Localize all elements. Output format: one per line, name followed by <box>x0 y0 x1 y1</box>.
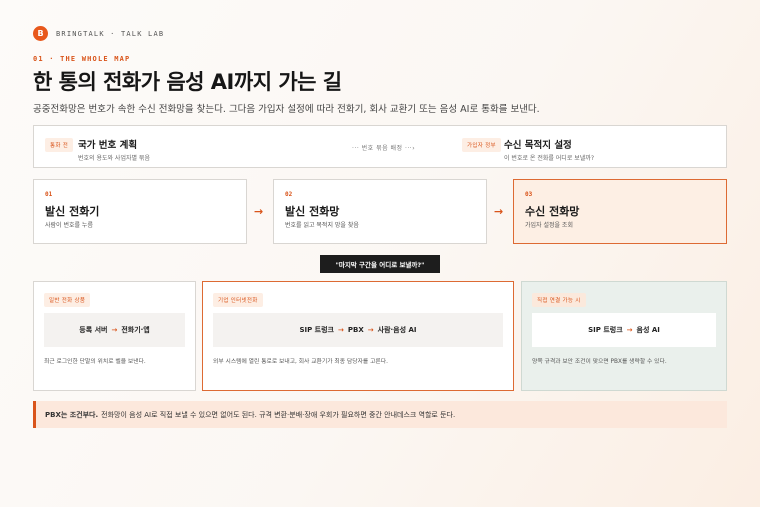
flow-node: 사람·음성 AI <box>377 326 417 334</box>
header-brand: B BRINGTALK · TALK LAB <box>33 26 164 41</box>
step-number: 01 <box>45 191 53 198</box>
option-flow: 등록 서버 → 전화기·앱 <box>44 313 185 347</box>
flow-node: SIP 트렁크 <box>299 326 335 334</box>
flow-node: 등록 서버 <box>79 326 108 334</box>
flow-node: SIP 트렁크 <box>588 326 623 334</box>
step-title: 발신 전화망 <box>285 205 340 218</box>
arrow-right-icon: → <box>494 205 504 218</box>
step-sub: 가입자 설정을 조회 <box>525 222 573 229</box>
arrow-right-icon: → <box>254 205 264 218</box>
arrow-right-icon: → <box>367 326 374 334</box>
step-card-destination-network: 03 수신 전화망 가입자 설정을 조회 <box>513 179 727 244</box>
option-desc: 최근 로그인한 단말의 위치로 벨을 보낸다. <box>44 359 146 365</box>
page-subtitle: 공중전화망은 번호가 속한 수신 전화망을 찾는다. 그다음 가입자 설정에 따… <box>33 104 540 115</box>
flow-node: PBX <box>347 326 364 334</box>
option-desc: 외부 시스템에 열린 통로로 보내고, 회사 교환기가 최종 담당자를 고른다. <box>213 359 388 365</box>
brand-logo-icon: B <box>33 26 48 41</box>
option-card-regular: 일반 전화 상품 등록 서버 → 전화기·앱 최근 로그인한 단말의 위치로 벨… <box>33 281 196 391</box>
step-title: 발신 전화기 <box>45 205 100 218</box>
step-title: 수신 전화망 <box>525 205 580 218</box>
band-left-title: 국가 번호 계획 <box>78 140 138 151</box>
option-card-enterprise: 기업 인터넷전화 SIP 트렁크 → PBX → 사람·음성 AI 외부 시스템… <box>202 281 514 391</box>
arrow-right-icon: → <box>626 326 633 334</box>
band-right-tag: 가입자 정부 <box>462 138 501 152</box>
numbering-band: 통화 전 국가 번호 계획 번호의 용도와 사업자별 묶음 ··· 번호 묶음 … <box>33 125 727 168</box>
option-flow: SIP 트렁크 → PBX → 사람·음성 AI <box>213 313 503 347</box>
band-right-title: 수신 목적지 설정 <box>504 140 572 151</box>
flow-node: 음성 AI <box>636 326 660 334</box>
step-card-origin-network: 02 발신 전화망 번호를 읽고 목적지 망을 찾음 <box>273 179 487 244</box>
band-right-sub: 이 번호로 온 전화를 어디로 보낼까? <box>504 155 595 162</box>
band-left-sub: 번호의 용도와 사업자별 묶음 <box>78 155 150 162</box>
option-tag: 직접 연결 가능 시 <box>532 293 586 307</box>
brand-text: BRINGTALK · TALK LAB <box>56 29 165 38</box>
band-left-tag: 통화 전 <box>45 138 74 152</box>
question-pill: "마지막 구간을 어디로 보낼까?" <box>320 255 440 273</box>
step-card-caller: 01 발신 전화기 사람이 번호를 누름 <box>33 179 247 244</box>
pbx-note: PBX는 조건부다. 전화망이 음성 AI로 직접 보낼 수 있으면 없어도 된… <box>33 401 727 428</box>
option-flow: SIP 트렁크 → 음성 AI <box>532 313 716 347</box>
step-number: 02 <box>285 191 293 198</box>
band-middle-connector: ··· 번호 묶음 배정 ···› <box>352 145 416 152</box>
step-number: 03 <box>525 191 533 198</box>
note-text: 전화망이 음성 AI로 직접 보낼 수 있으면 없어도 된다. 규격 변환·분배… <box>101 410 456 419</box>
eyebrow-label: 01 · THE WHOLE MAP <box>33 55 131 63</box>
option-tag: 기업 인터넷전화 <box>213 293 263 307</box>
page-title: 한 통의 전화가 음성 AI까지 가는 길 <box>33 70 342 94</box>
step-sub: 사람이 번호를 누름 <box>45 222 93 229</box>
flow-node: 전화기·앱 <box>121 326 150 334</box>
step-sub: 번호를 읽고 목적지 망을 찾음 <box>285 222 359 229</box>
option-desc: 양쪽 규격과 보안 조건이 맞으면 PBX를 생략할 수 있다. <box>532 359 667 365</box>
arrow-right-icon: → <box>111 326 118 334</box>
arrow-right-icon: → <box>338 326 344 334</box>
note-bold: PBX는 조건부다. <box>45 410 99 419</box>
option-card-direct: 직접 연결 가능 시 SIP 트렁크 → 음성 AI 양쪽 규격과 보안 조건이… <box>521 281 727 391</box>
option-tag: 일반 전화 상품 <box>44 293 91 307</box>
